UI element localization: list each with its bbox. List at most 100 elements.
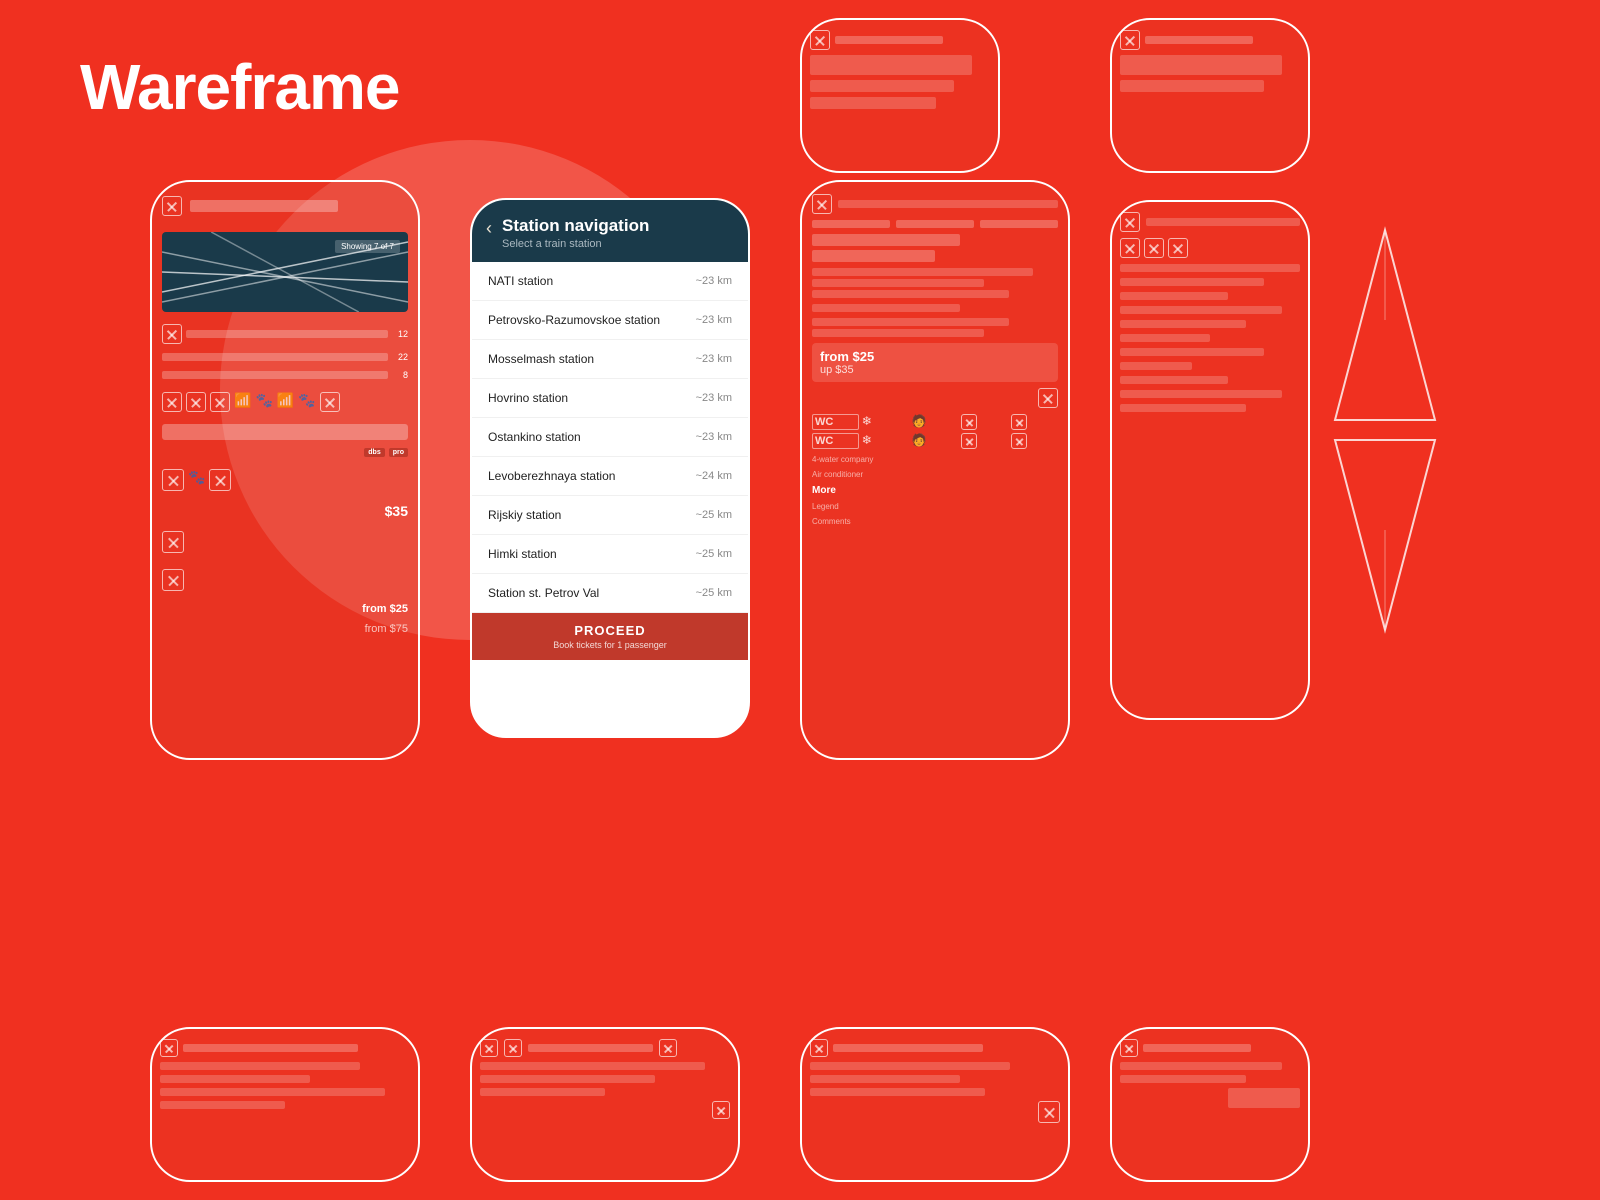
snowflake-icon-1: ❄ [862,414,909,430]
wifi-icon-2: 📶 [277,392,294,412]
station-distance: ~25 km [696,509,732,521]
right-phone: from $25 up $35 WC ❄ 🧑 WC ❄ 🧑 4-water co… [800,180,1070,760]
b2-icon-3 [659,1039,677,1057]
li-3 [210,392,230,412]
station-name: Hovrino station [488,391,568,405]
station-list-item[interactable]: Levoberezhnaya station ~24 km [472,457,748,496]
li-2 [186,392,206,412]
left-price-from: from $25 [162,603,408,615]
left-bar-1 [190,200,338,212]
station-distance: ~23 km [696,314,732,326]
left-phone-diagram: Showing 7 of 7 [162,232,408,312]
station-distance: ~23 km [696,353,732,365]
station-list: NATI station ~23 km Petrovsko-Razumovsko… [472,262,748,613]
li2-2 [209,469,231,491]
station-name: Petrovsko-Razumovskoe station [488,313,660,327]
b2-icon-1 [480,1039,498,1057]
snowflake-icon-2: ❄ [862,433,909,449]
li-1 [162,392,182,412]
far-right-phone [1110,200,1310,720]
tag-pro: pro [389,448,408,457]
right-header [812,194,1058,214]
b3-icon-2 [1038,1101,1060,1123]
station-list-item[interactable]: NATI station ~23 km [472,262,748,301]
far-right-header [1120,212,1300,232]
paw-icon-2: 🐾 [298,392,315,412]
back-arrow-icon[interactable]: ‹ [486,218,492,239]
station-list-item[interactable]: Mosselmash station ~23 km [472,340,748,379]
li-4 [320,392,340,412]
station-list-item[interactable]: Station st. Petrov Val ~25 km [472,574,748,613]
companion-label: 4-water company [812,455,1058,464]
wifi-icon-1: 📶 [234,392,251,412]
center-phone-header: ‹ Station navigation Select a train stat… [472,200,748,262]
proceed-button[interactable]: PROCEED Book tickets for 1 passenger [472,613,748,660]
li2-1 [162,469,184,491]
right-price-from: from $25 [820,349,1050,364]
left-phone: Showing 7 of 7 12 22 8 📶 🐾 📶 🐾 [150,180,420,760]
left-icons-row-2: 🐾 [162,469,408,491]
station-nav-title: Station navigation [502,216,649,236]
air-label: Air conditioner [812,470,1058,479]
center-phone: ‹ Station navigation Select a train stat… [470,198,750,738]
right-section-labels [812,220,1058,228]
place-labels [812,318,1058,337]
bottom-phone-2 [470,1027,740,1182]
right-icon-1 [812,194,832,214]
legend-label: Legend [812,502,1058,511]
left-phone-icon-1 [162,196,182,216]
bottom-phone-4 [1110,1027,1310,1182]
station-distance: ~23 km [696,431,732,443]
station-distance: ~23 km [696,392,732,404]
right-reserved-block [812,268,1058,298]
left-data-row-2: 22 [162,352,408,362]
left-price-from2: from $75 [162,623,408,635]
station-distance: ~24 km [696,470,732,482]
b3-icon-1 [810,1039,828,1057]
right-close-icon[interactable] [1038,388,1058,408]
comments-label: Comments [812,517,1058,526]
station-list-item[interactable]: Petrovsko-Razumovskoe station ~23 km [472,301,748,340]
station-name: Station st. Petrov Val [488,586,599,600]
station-name: Rijskiy station [488,508,561,522]
station-name: Ostankino station [488,430,581,444]
more-label[interactable]: More [812,485,1058,496]
station-list-item[interactable]: Rijskiy station ~25 km [472,496,748,535]
station-distance: ~23 km [696,275,732,287]
fr-icon-1 [1120,212,1140,232]
station-list-item[interactable]: Himki station ~25 km [472,535,748,574]
left-icons-row-3 [162,531,408,553]
station-distance: ~25 km [696,587,732,599]
left-data-row-1: 12 [162,324,408,344]
left-row-icon-1 [162,324,182,344]
rg-icon-1 [961,414,977,430]
station-distance: ~25 km [696,548,732,560]
proceed-sub-label: Book tickets for 1 passenger [482,640,738,650]
station-list-item[interactable]: Ostankino station ~23 km [472,418,748,457]
top-right-phone-2 [1110,18,1310,173]
b2-icon-4 [712,1101,730,1119]
left-search-bar[interactable] [162,424,408,440]
rg-icon-2 [1011,414,1027,430]
bottom-phone-3 [800,1027,1070,1182]
station-nav-subtitle: Select a train station [502,238,649,250]
b4-icon-1 [1120,1039,1138,1057]
li4-1 [162,569,184,591]
left-data-row-3: 8 [162,370,408,380]
tr2-icon [1120,30,1140,50]
station-name: Himki station [488,547,557,561]
proceed-label: PROCEED [482,623,738,638]
left-icons-row-4 [162,569,408,591]
person-icon-2: 🧑 [912,433,959,449]
li3-1 [162,531,184,553]
paw-icon-3: 🐾 [188,469,205,491]
left-price: $35 [162,503,408,519]
tag-dbs: dbs [364,448,384,457]
left-icons-row: 📶 🐾 📶 🐾 [162,392,408,412]
station-list-item[interactable]: Hovrino station ~23 km [472,379,748,418]
station-name: Levoberezhnaya station [488,469,615,483]
hourglass-figure [1325,220,1445,640]
top-right-phone-1 [800,18,1000,173]
fr-ic-1 [1120,238,1140,258]
station-name: Mosselmash station [488,352,594,366]
